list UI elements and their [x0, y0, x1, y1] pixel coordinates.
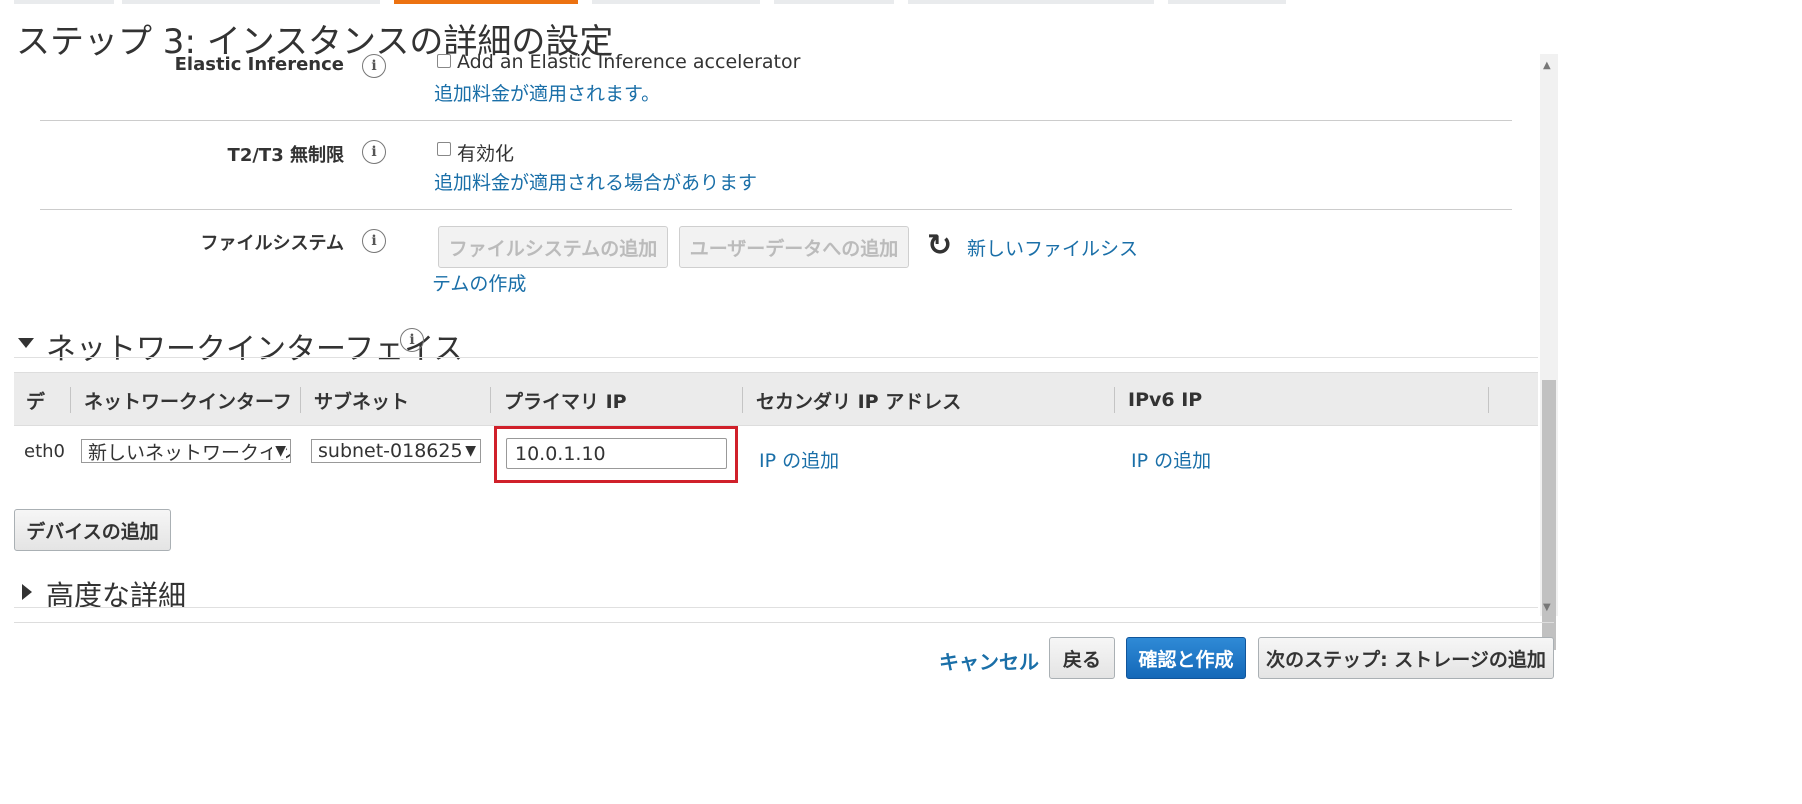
add-to-user-data-button[interactable]: ユーザーデータへの追加 [679, 226, 909, 268]
add-device-button[interactable]: デバイスの追加 [14, 509, 171, 551]
divider [14, 607, 1538, 608]
subnet-select-value: subnet-0186253 [318, 440, 475, 462]
t2t3-unlimited-checkbox-label: 有効化 [457, 143, 515, 165]
t2t3-unlimited-checkbox[interactable] [437, 142, 451, 156]
file-system-label: ファイルシステム [200, 233, 344, 254]
network-table-header: デ ネットワークインターフ サブネット プライマリ IP セカンダリ IP アド… [14, 372, 1538, 426]
elastic-inference-pricing-link[interactable]: 追加料金が適用されます。 [434, 79, 660, 106]
review-and-launch-button[interactable]: 確認と作成 [1126, 637, 1246, 679]
back-button[interactable]: 戻る [1049, 637, 1115, 679]
primary-ip-input[interactable]: 10.0.1.10 [506, 438, 727, 469]
info-icon[interactable]: i [362, 229, 386, 253]
network-interface-select[interactable]: 新しいネットワークインターフェイス ▼ [81, 439, 291, 463]
divider [40, 209, 1512, 210]
refresh-icon[interactable]: ↻ [927, 231, 952, 261]
column-separator [742, 387, 743, 413]
wizard-tab[interactable] [14, 0, 114, 4]
subnet-select[interactable]: subnet-0186253 ▼ [311, 439, 481, 463]
info-icon[interactable]: i [400, 328, 424, 352]
column-header-subnet: サブネット [314, 390, 410, 413]
elastic-inference-label: Elastic Inference [174, 54, 344, 75]
scrollbar[interactable]: ▲ ▼ [1540, 54, 1558, 650]
create-file-system-link[interactable]: 新しいファイルシス [967, 234, 1138, 261]
next-storage-button[interactable]: 次のステップ: ストレージの追加 [1258, 637, 1554, 679]
column-separator [490, 387, 491, 413]
add-file-system-button[interactable]: ファイルシステムの追加 [438, 226, 668, 268]
t2t3-unlimited-label: T2/T3 無制限 [227, 145, 344, 166]
expand-caret-icon[interactable] [22, 584, 32, 600]
elastic-inference-checkbox-label: Add an Elastic Inference accelerator [457, 51, 801, 73]
divider [14, 357, 1538, 358]
scroll-down-arrow-icon[interactable]: ▼ [1543, 602, 1551, 613]
advanced-details-title[interactable]: 高度な詳細 [46, 574, 186, 614]
collapse-caret-icon[interactable] [18, 338, 34, 348]
divider [40, 120, 1512, 121]
wizard-tab[interactable] [1168, 0, 1286, 4]
wizard-tab[interactable] [908, 0, 1154, 4]
wizard-tab-active[interactable] [394, 0, 578, 4]
column-separator [70, 387, 71, 413]
wizard-tab[interactable] [122, 0, 380, 4]
add-secondary-ip-link[interactable]: IP の追加 [759, 446, 839, 473]
column-header-primary-ip: プライマリ IP [504, 390, 627, 413]
column-header-ipv6: IPv6 IP [1128, 389, 1203, 411]
elastic-inference-checkbox[interactable] [437, 54, 451, 68]
column-separator [1114, 387, 1115, 413]
info-icon[interactable]: i [362, 140, 386, 164]
footer-divider [14, 622, 1554, 623]
wizard-tab[interactable] [592, 0, 760, 4]
scroll-up-arrow-icon[interactable]: ▲ [1543, 60, 1551, 71]
dropdown-arrow-icon: ▼ [462, 443, 476, 459]
create-file-system-link-continued[interactable]: テムの作成 [432, 269, 526, 296]
wizard-tab[interactable] [774, 0, 894, 4]
column-header-secondary-ip: セカンダリ IP アドレス [756, 390, 962, 413]
device-name: eth0 [24, 441, 65, 462]
add-ipv6-link[interactable]: IP の追加 [1131, 446, 1211, 473]
dropdown-arrow-icon: ▼ [272, 443, 286, 459]
cancel-link[interactable]: キャンセル [939, 646, 1039, 675]
network-interface-select-value: 新しいネットワークインターフェイス [88, 441, 290, 463]
column-separator [1488, 387, 1489, 413]
column-header-device: デ [26, 390, 46, 413]
column-separator [300, 387, 301, 413]
t2t3-pricing-link[interactable]: 追加料金が適用される場合があります [434, 168, 757, 195]
info-icon[interactable]: i [362, 54, 386, 78]
column-header-network-interface: ネットワークインターフ [84, 390, 292, 413]
